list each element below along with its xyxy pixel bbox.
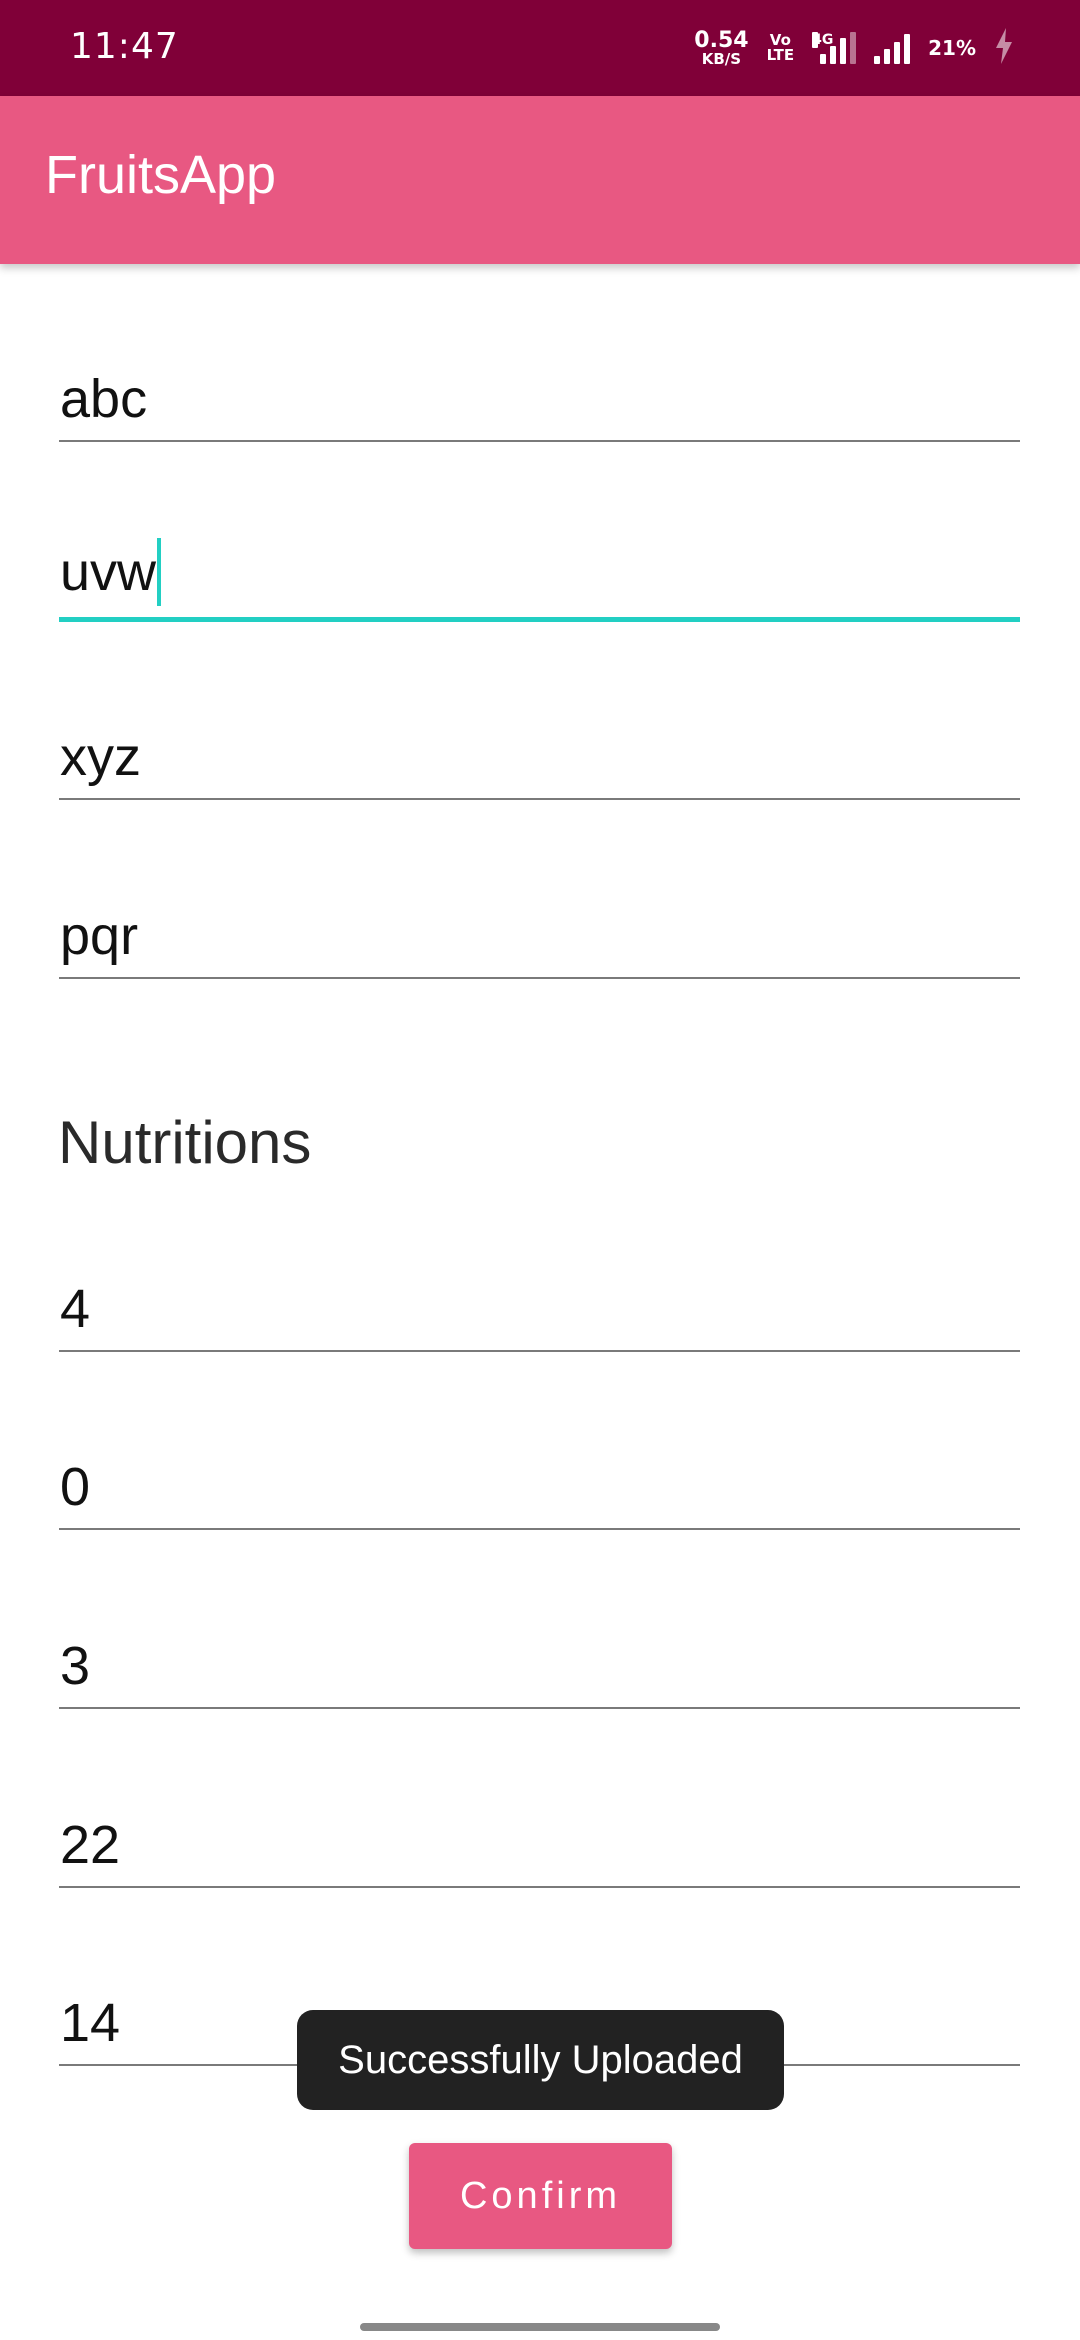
- field-value: 0: [60, 1457, 91, 1517]
- signal-bar: [830, 46, 837, 64]
- text-field-1[interactable]: abc: [59, 352, 1020, 442]
- text-cursor: [157, 538, 162, 606]
- field-underline: [59, 977, 1020, 979]
- gesture-nav-handle[interactable]: [360, 2323, 720, 2331]
- field-underline: [59, 440, 1020, 442]
- field-value: 14: [60, 1993, 121, 2053]
- network-type-label: 4G: [812, 32, 834, 48]
- signal-bar: [820, 54, 827, 64]
- battery-percent: 21%: [928, 36, 976, 60]
- app-bar: FruitsApp: [0, 96, 1080, 264]
- status-icons: 0.54 KB/S Vo LTE 4G 21%: [694, 22, 1014, 74]
- field-value: uvw: [60, 542, 157, 602]
- signal-bar: [894, 42, 901, 64]
- nutrition-field-4[interactable]: 22: [59, 1798, 1020, 1888]
- volte-icon: Vo LTE: [767, 33, 795, 63]
- text-field-3[interactable]: xyz: [59, 710, 1020, 800]
- field-underline: [59, 798, 1020, 800]
- volte-bottom-label: LTE: [766, 46, 795, 64]
- battery-charging-icon: [994, 28, 1014, 68]
- field-underline: [59, 1528, 1020, 1530]
- network-speed: 0.54 KB/S: [694, 27, 749, 68]
- signal-bar: [884, 49, 891, 64]
- field-value: 3: [60, 1636, 91, 1696]
- field-underline-focused: [59, 617, 1020, 622]
- toast-message: Successfully Uploaded: [297, 2010, 784, 2110]
- field-value-focused: uvw: [60, 538, 162, 606]
- field-underline: [59, 1350, 1020, 1352]
- nutrition-field-2[interactable]: 0: [59, 1440, 1020, 1530]
- signal-bar: [904, 34, 911, 64]
- field-value: 4: [60, 1279, 91, 1339]
- nutrition-field-1[interactable]: 4: [59, 1262, 1020, 1352]
- field-value: xyz: [60, 727, 141, 787]
- nutritions-heading: Nutritions: [58, 1109, 312, 1176]
- confirm-button[interactable]: Confirm: [409, 2143, 672, 2249]
- app-title: FruitsApp: [45, 145, 277, 205]
- signal-4g-icon: 4G: [812, 32, 857, 64]
- network-speed-value: 0.54: [694, 27, 749, 53]
- network-speed-unit: KB/S: [701, 49, 742, 68]
- signal-bar: [850, 32, 857, 64]
- text-field-2[interactable]: uvw: [59, 532, 1020, 622]
- status-bar: 11:47 0.54 KB/S Vo LTE 4G 21%: [0, 0, 1080, 96]
- field-value: abc: [60, 369, 148, 429]
- field-value: pqr: [60, 906, 139, 966]
- signal-icon: [874, 32, 911, 64]
- signal-bar: [840, 38, 847, 64]
- nutrition-field-3[interactable]: 3: [59, 1619, 1020, 1709]
- signal-bar: [874, 56, 881, 64]
- field-underline: [59, 1886, 1020, 1888]
- field-value: 22: [60, 1815, 121, 1875]
- text-field-4[interactable]: pqr: [59, 889, 1020, 979]
- field-underline: [59, 1707, 1020, 1709]
- status-time: 11:47: [70, 26, 179, 67]
